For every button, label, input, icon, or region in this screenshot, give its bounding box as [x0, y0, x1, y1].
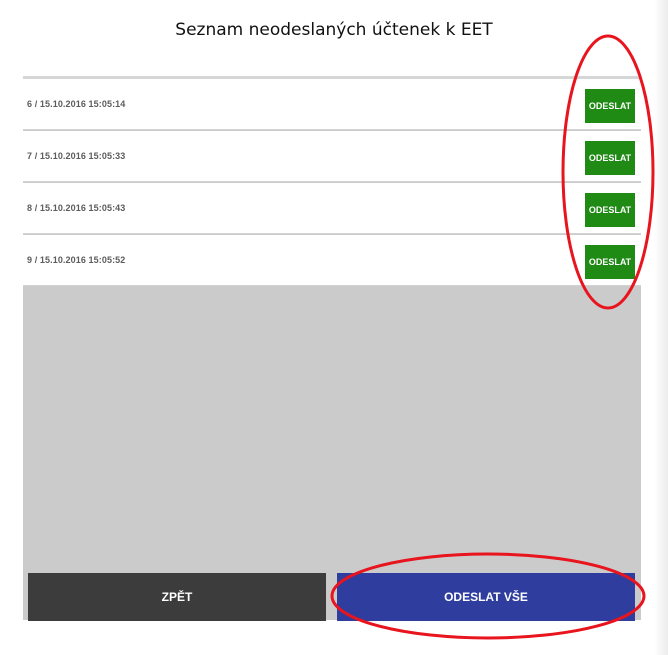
- send-all-button[interactable]: ODESLAT VŠE: [337, 573, 635, 621]
- receipt-row-label: 7 / 15.10.2016 15:05:33: [27, 151, 126, 161]
- receipt-row: 6 / 15.10.2016 15:05:14 ODESLAT: [23, 79, 641, 130]
- send-receipt-button[interactable]: ODESLAT: [585, 89, 635, 123]
- send-receipt-button[interactable]: ODESLAT: [585, 141, 635, 175]
- receipt-row: 8 / 15.10.2016 15:05:43 ODESLAT: [23, 183, 641, 234]
- send-receipt-button[interactable]: ODESLAT: [585, 245, 635, 279]
- receipt-row: 9 / 15.10.2016 15:05:52 ODESLAT: [23, 235, 641, 286]
- dialog-edge-shadow: [654, 0, 668, 655]
- dialog-title: Seznam neodeslaných účtenek k EET: [175, 20, 493, 40]
- receipt-row-label: 6 / 15.10.2016 15:05:14: [27, 99, 126, 109]
- receipt-row-label: 9 / 15.10.2016 15:05:52: [27, 255, 126, 265]
- back-button[interactable]: ZPĚT: [28, 573, 326, 621]
- send-receipt-button[interactable]: ODESLAT: [585, 193, 635, 227]
- eet-dialog: Seznam neodeslaných účtenek k EET 6 / 15…: [0, 0, 668, 655]
- receipt-row: 7 / 15.10.2016 15:05:33 ODESLAT: [23, 131, 641, 182]
- receipt-row-label: 8 / 15.10.2016 15:05:43: [27, 203, 126, 213]
